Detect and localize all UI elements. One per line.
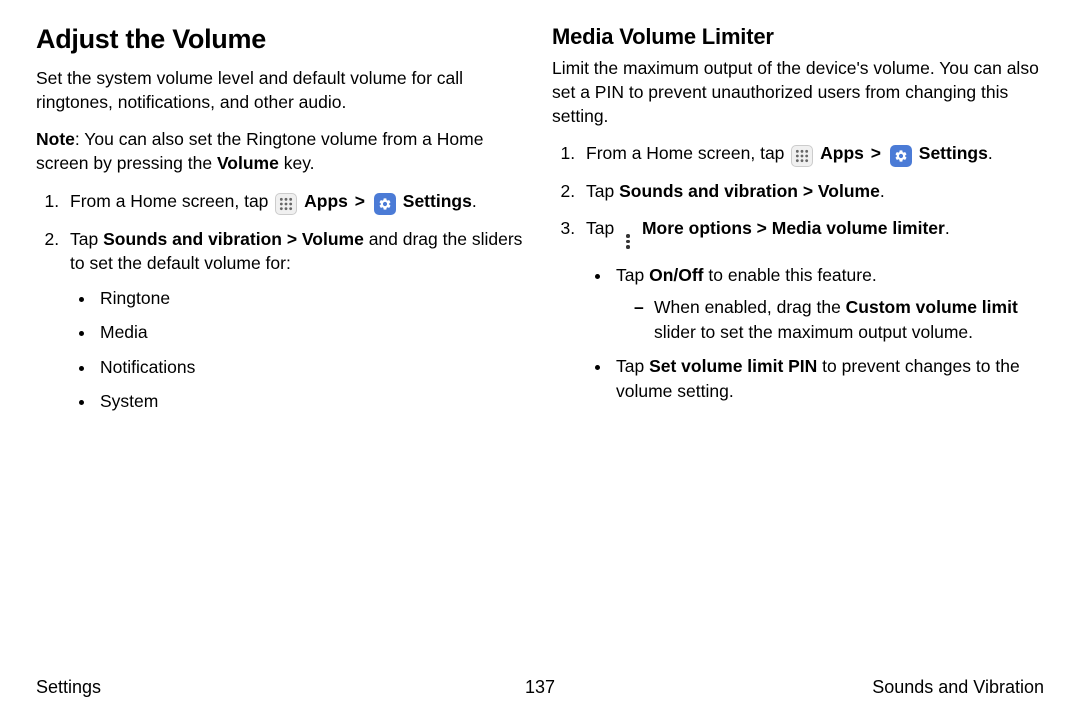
footer-left: Settings bbox=[36, 677, 101, 698]
period: . bbox=[880, 181, 885, 201]
step-1-left: From a Home screen, tap Apps > Settings. bbox=[64, 189, 528, 215]
settings-label: Settings bbox=[403, 191, 472, 211]
left-column: Adjust the Volume Set the system volume … bbox=[36, 24, 528, 660]
dash-post: slider to set the maximum output volume. bbox=[654, 322, 973, 342]
note-label: Note bbox=[36, 129, 75, 149]
step3-bold: More options > Media volume limiter bbox=[642, 218, 945, 238]
dash-pre: When enabled, drag the bbox=[654, 297, 846, 317]
steps-list-left: From a Home screen, tap Apps > Settings.… bbox=[36, 189, 528, 414]
volume-types-list: Ringtone Media Notifications System bbox=[70, 286, 528, 414]
sub1-bold: On/Off bbox=[649, 265, 703, 285]
settings-icon bbox=[890, 145, 912, 167]
step-2-left: Tap Sounds and vibration > Volume and dr… bbox=[64, 227, 528, 414]
dash-list: When enabled, drag the Custom volume lim… bbox=[616, 295, 1044, 344]
step2-pre: Tap bbox=[70, 229, 103, 249]
dash-bold: Custom volume limit bbox=[846, 297, 1018, 317]
period: . bbox=[472, 191, 477, 211]
step2r-bold: Sounds and vibration > Volume bbox=[619, 181, 880, 201]
settings-label-r: Settings bbox=[919, 143, 988, 163]
note-text: Note: You can also set the Ringtone volu… bbox=[36, 127, 528, 175]
note-bold: Volume bbox=[217, 153, 279, 173]
right-column: Media Volume Limiter Limit the maximum o… bbox=[552, 24, 1044, 660]
step3-sublist: Tap On/Off to enable this feature. When … bbox=[586, 263, 1044, 404]
list-item: Tap Set volume limit PIN to prevent chan… bbox=[612, 354, 1044, 403]
list-item: When enabled, drag the Custom volume lim… bbox=[638, 295, 1044, 344]
step1-pre-r: From a Home screen, tap bbox=[586, 143, 789, 163]
chevron-right: > bbox=[355, 191, 365, 211]
step-1-right: From a Home screen, tap Apps > Settings. bbox=[580, 141, 1044, 167]
apps-label: Apps bbox=[304, 191, 348, 211]
step1-pre: From a Home screen, tap bbox=[70, 191, 273, 211]
sub1-pre: Tap bbox=[616, 265, 649, 285]
heading-adjust-volume: Adjust the Volume bbox=[36, 24, 528, 55]
list-item: Notifications bbox=[96, 355, 528, 380]
apps-icon bbox=[791, 145, 813, 167]
step-3-right: Tap More options > Media volume limiter.… bbox=[580, 216, 1044, 403]
page-body: Adjust the Volume Set the system volume … bbox=[0, 0, 1080, 660]
chevron-right: > bbox=[871, 143, 881, 163]
step-2-right: Tap Sounds and vibration > Volume. bbox=[580, 179, 1044, 204]
steps-list-right: From a Home screen, tap Apps > Settings.… bbox=[552, 141, 1044, 403]
settings-icon bbox=[374, 193, 396, 215]
footer-right: Sounds and Vibration bbox=[872, 677, 1044, 698]
apps-label-r: Apps bbox=[820, 143, 864, 163]
sub1-post: to enable this feature. bbox=[704, 265, 877, 285]
list-item: System bbox=[96, 389, 528, 414]
step2-bold: Sounds and vibration > Volume bbox=[103, 229, 364, 249]
apps-icon bbox=[275, 193, 297, 215]
list-item: Tap On/Off to enable this feature. When … bbox=[612, 263, 1044, 345]
period: . bbox=[988, 143, 993, 163]
intro-text-right: Limit the maximum output of the device's… bbox=[552, 56, 1044, 128]
intro-text: Set the system volume level and default … bbox=[36, 66, 528, 114]
list-item: Media bbox=[96, 320, 528, 345]
list-item: Ringtone bbox=[96, 286, 528, 311]
step2r-pre: Tap bbox=[586, 181, 619, 201]
heading-media-volume-limiter: Media Volume Limiter bbox=[552, 24, 1044, 50]
footer-page-number: 137 bbox=[525, 677, 555, 698]
note-text-post: key. bbox=[279, 153, 315, 173]
period: . bbox=[945, 218, 950, 238]
sub2-pre: Tap bbox=[616, 356, 649, 376]
page-footer: Settings 137 Sounds and Vibration bbox=[36, 677, 1044, 698]
sub2-bold: Set volume limit PIN bbox=[649, 356, 817, 376]
more-options-icon bbox=[621, 231, 635, 253]
step3-pre: Tap bbox=[586, 218, 619, 238]
